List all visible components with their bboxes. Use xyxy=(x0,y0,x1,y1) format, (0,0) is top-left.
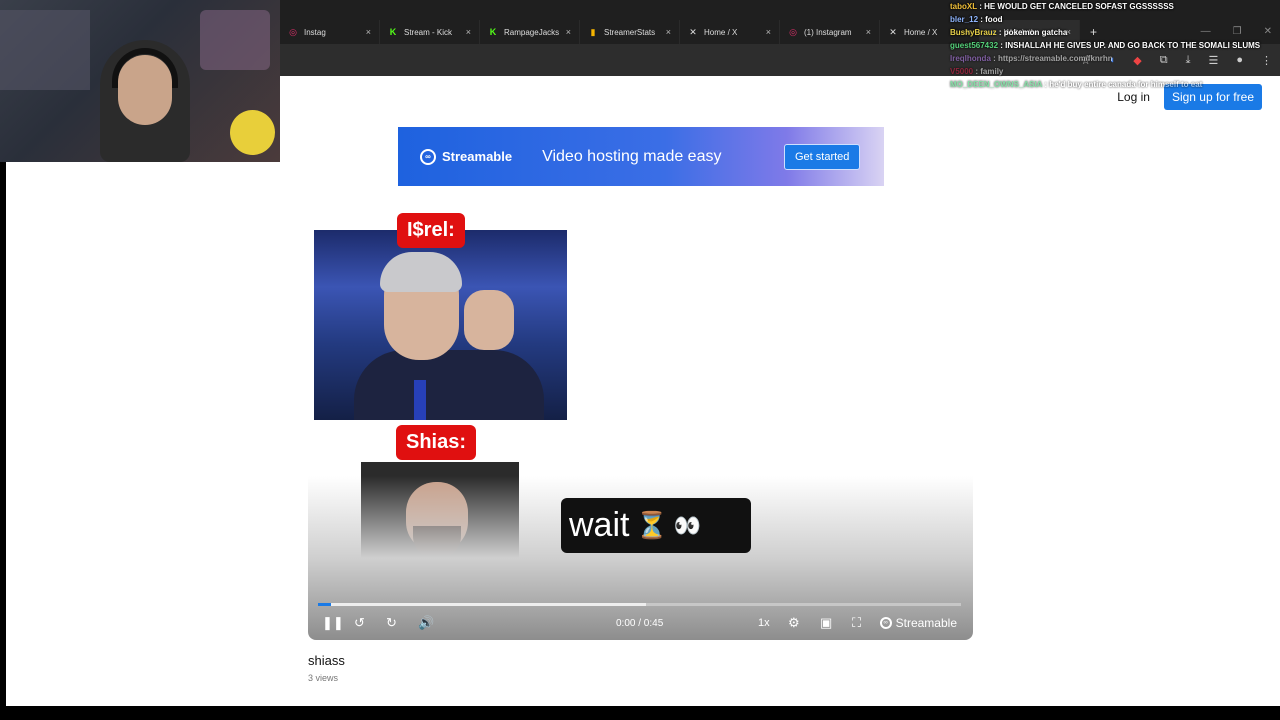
caption-label-1: I$rel: xyxy=(397,213,465,248)
bar-chart-icon: ▮ xyxy=(590,27,596,37)
chat-text: : pokemon gatcha xyxy=(996,28,1068,37)
streamable-logo-icon: ∞ xyxy=(420,148,436,165)
banner-tagline: Video hosting made easy xyxy=(542,147,722,165)
get-started-button[interactable]: Get started xyxy=(784,144,861,170)
chat-text: : food xyxy=(978,15,1003,24)
close-icon[interactable]: × xyxy=(466,27,471,37)
instagram-icon: ◎ xyxy=(789,27,797,37)
image-shape-suit xyxy=(354,350,544,420)
webcam-figures xyxy=(200,10,270,70)
view-count: 3 views xyxy=(308,673,339,683)
tab-streamerstats[interactable]: ▮ StreamerStats × xyxy=(580,20,680,44)
progress-played xyxy=(318,603,331,606)
chat-message: BushyBrauz : pokemon gatcha xyxy=(950,26,1270,39)
x-logo-icon: ✕ xyxy=(689,27,697,37)
tab-kick-stream[interactable]: K Stream - Kick × xyxy=(380,20,480,44)
tab-instagram-1[interactable]: ◎ Instag × xyxy=(280,20,380,44)
image-shape-tie xyxy=(414,380,426,420)
banner-logo-text: Streamable xyxy=(442,149,513,164)
close-icon[interactable]: × xyxy=(866,27,871,37)
kick-icon: K xyxy=(389,27,397,37)
banner-logo: ∞ Streamable xyxy=(420,148,513,165)
webcam-shelf xyxy=(0,10,90,90)
chat-text: : https://streamable.com/fknrhn xyxy=(990,54,1113,63)
brand-text: Streamable xyxy=(895,616,957,630)
close-icon[interactable]: × xyxy=(366,27,371,37)
close-icon[interactable]: × xyxy=(766,27,771,37)
chat-username: guest567432 xyxy=(950,41,999,50)
chat-username: V5000 xyxy=(950,67,974,76)
ad-banner[interactable]: ∞ Streamable Video hosting made easy Get… xyxy=(398,127,884,186)
fullscreen-icon[interactable]: ⛶ xyxy=(852,616,861,630)
video-image-politician xyxy=(314,230,567,420)
playback-speed-button[interactable]: 1x xyxy=(758,616,770,630)
chat-overlay: taboXL : HE WOULD GET CANCELED SOFAST GG… xyxy=(950,0,1270,91)
rewind-icon[interactable]: ↺ xyxy=(354,616,365,630)
tab-label: RampageJacks xyxy=(504,27,560,37)
volume-icon[interactable]: 🔊 xyxy=(418,616,434,630)
tab-instagram-2[interactable]: ◎ (1) Instagram × xyxy=(780,20,880,44)
player-controls: ❚❚ ↺ ↻ 🔊 0:00 / 0:45 1x ⚙ ▣ ⛶ ∞ Streamab… xyxy=(308,612,973,636)
close-icon[interactable]: × xyxy=(566,27,571,37)
progress-buffered xyxy=(318,603,646,606)
forward-icon[interactable]: ↻ xyxy=(386,616,397,630)
webcam-overlay xyxy=(0,0,280,162)
tab-label: Home / X xyxy=(704,27,738,37)
kick-icon: K xyxy=(489,27,497,37)
video-title: shiass xyxy=(308,653,345,668)
picture-in-picture-icon[interactable]: ▣ xyxy=(820,616,832,630)
x-logo-icon: ✕ xyxy=(889,27,897,37)
video-player[interactable]: I$rel: Shias: wait ⏳ 👀 ❚❚ ↺ ↻ 🔊 0:00 / 0… xyxy=(308,206,973,640)
eyes-icon: 👀 xyxy=(673,512,702,538)
chat-text: : INSHALLAH HE GIVES UP. AND GO BACK TO … xyxy=(998,41,1261,50)
wait-text: wait xyxy=(569,506,630,544)
image-shape-hair xyxy=(380,252,462,292)
close-icon[interactable]: × xyxy=(666,27,671,37)
chat-message: guest567432 : INSHALLAH HE GIVES UP. AND… xyxy=(950,39,1270,52)
tab-label: Stream - Kick xyxy=(404,27,453,37)
pause-icon[interactable]: ❚❚ xyxy=(322,616,344,630)
progress-bar[interactable] xyxy=(318,603,961,606)
wait-caption: wait ⏳ 👀 xyxy=(561,498,751,553)
bottom-bar xyxy=(0,706,1280,720)
tab-kick-rampage[interactable]: K RampageJacks × xyxy=(480,20,580,44)
settings-gear-icon[interactable]: ⚙ xyxy=(788,616,800,630)
instagram-icon: ◎ xyxy=(289,27,297,37)
hourglass-icon: ⏳ xyxy=(635,510,668,540)
tab-label: Instag xyxy=(304,27,326,37)
chat-username: Ireqlhonda xyxy=(950,54,991,63)
chat-username: MO_DEEN_OWNS_ASIA xyxy=(950,80,1043,89)
tab-label: (1) Instagram xyxy=(804,27,852,37)
streamable-logo-icon: ∞ xyxy=(879,617,892,629)
chat-message: bler_12 : food xyxy=(950,13,1270,26)
chat-message: V5000 : family xyxy=(950,65,1270,78)
caption-label-2: Shias: xyxy=(396,425,477,460)
streamable-brand-link[interactable]: ∞ Streamable xyxy=(879,616,957,630)
time-display: 0:00 / 0:45 xyxy=(616,618,664,629)
chat-message: taboXL : HE WOULD GET CANCELED SOFAST GG… xyxy=(950,0,1270,13)
image-shape-hand xyxy=(464,290,514,350)
webcam-plush xyxy=(230,110,275,155)
chat-text: : HE WOULD GET CANCELED SOFAST GGSSSSSS xyxy=(976,2,1174,11)
chat-message: Ireqlhonda : https://streamable.com/fknr… xyxy=(950,52,1270,65)
chat-text: : he'd buy entire canada for himself to … xyxy=(1042,80,1203,89)
chat-message: MO_DEEN_OWNS_ASIA : he'd buy entire cana… xyxy=(950,78,1270,91)
chat-text: : family xyxy=(973,67,1004,76)
login-link[interactable]: Log in xyxy=(1117,90,1150,104)
screen: ◎ Instag × K Stream - Kick × K RampageJa… xyxy=(0,0,1280,720)
tab-label: StreamerStats xyxy=(604,27,656,37)
tab-x-home-1[interactable]: ✕ Home / X × xyxy=(680,20,780,44)
chat-username: taboXL xyxy=(950,2,977,11)
chat-username: BushyBrauz xyxy=(950,28,997,37)
chat-username: bler_12 xyxy=(950,15,979,24)
